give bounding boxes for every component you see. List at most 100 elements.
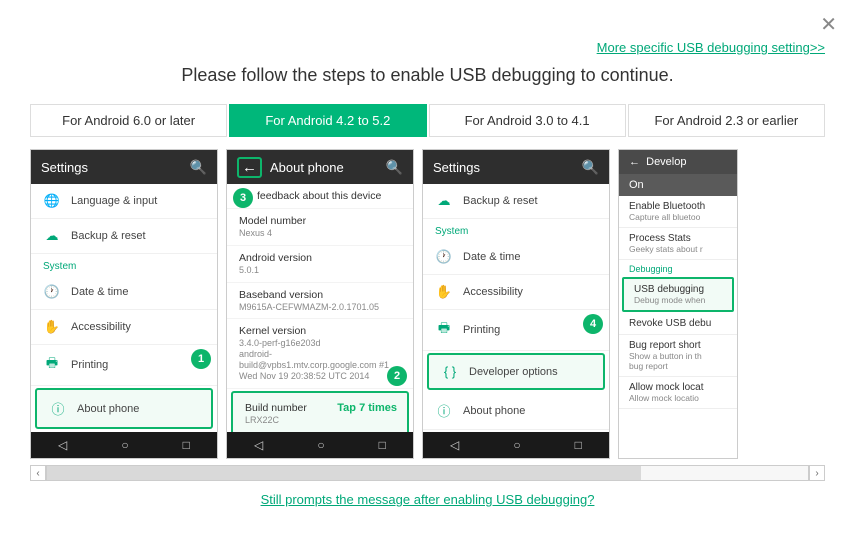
row-datetime: 🕐Date & time [31,275,217,310]
scroll-thumb[interactable] [47,466,641,480]
still-prompts-link[interactable]: Still prompts the message after enabling… [261,492,595,507]
row-label: Allow mock locat [629,382,727,393]
scroll-left-icon[interactable]: ‹ [30,465,46,481]
row-label: USB debugging [634,284,722,295]
nav-back-icon: ◁ [450,438,459,452]
row-label: About phone [463,405,525,417]
row-android-version: Android version5.0.1 [227,246,413,283]
nav-back-icon: ◁ [254,438,263,452]
print-icon: 🖶 [435,319,453,341]
row-bluetooth: Enable BluetoothCapture all bluetoo [619,196,737,228]
row-label: Enable Bluetooth [629,201,727,212]
back-arrow-icon: ← [629,156,640,168]
section-debugging: Debugging [619,260,737,276]
scroll-track[interactable] [46,465,809,481]
android-nav-bar: ◁ ○ □ [31,432,217,458]
row-model: Model numberNexus 4 [227,209,413,246]
clock-icon: 🕐 [435,249,453,265]
scroll-right-icon[interactable]: › [809,465,825,481]
page-title: Please follow the steps to enable USB de… [30,65,825,86]
nav-recent-icon: □ [575,438,582,452]
dev-on-toggle: On [619,174,737,196]
more-settings-link[interactable]: More specific USB debugging setting>> [597,40,825,55]
row-label: Backup & reset [463,195,538,207]
search-icon: 🔍 [190,159,207,176]
row-baseband: Baseband versionM9615A-CEFWMAZM-2.0.1701… [227,283,413,320]
search-icon: 🔍 [582,159,599,176]
row-label: Accessibility [463,286,523,298]
row-revoke-usb: Revoke USB debu [619,313,737,335]
row-backup: ☁ Backup & reset [423,184,609,219]
row-label: Backup & reset [71,230,146,242]
tab-android-30[interactable]: For Android 3.0 to 4.1 [429,104,626,137]
phone4-title: Develop [646,156,686,168]
accessibility-icon: ✋ [435,284,453,300]
cloud-icon: ☁ [435,193,453,209]
step-badge-4: 4 [583,314,603,334]
tab-android-42[interactable]: For Android 4.2 to 5.2 [229,104,426,137]
row-mock-location: Allow mock locatAllow mock locatio [619,377,737,409]
row-process-stats: Process StatsGeeky stats about r [619,228,737,260]
steps-scroll-row: Settings 🔍 🌐 Language & input ☁ Backup & r… [30,149,825,459]
step-badge-3: 3 [233,188,253,208]
row-value: 5.0.1 [239,265,401,276]
version-tabs: For Android 6.0 or later For Android 4.2… [30,104,825,137]
row-label: Date & time [463,251,520,263]
globe-icon: 🌐 [43,193,61,209]
row-value: Debug mode when [634,295,722,305]
section-system: System [31,254,217,275]
step-phone-2: ← About phone 🔍 3 feedback about this de… [226,149,414,459]
row-value: 3.4.0-perf-g16e203d android-build@vpbs1.… [239,338,401,381]
tab-android-23[interactable]: For Android 2.3 or earlier [628,104,825,137]
row-language: 🌐 Language & input [31,184,217,219]
phone1-title: Settings [41,160,88,175]
step-badge-1: 1 [191,349,211,369]
nav-recent-icon: □ [183,438,190,452]
row-kernel: Kernel version3.4.0-perf-g16e203d androi… [227,319,413,388]
phone4-header: ← Develop [619,150,737,174]
step-badge-2: 2 [387,366,407,386]
row-developer-options: { } Developer options [427,353,605,390]
row-label: feedback about this device [257,190,401,202]
info-icon: ⓘ [49,399,67,418]
search-icon: 🔍 [386,159,403,176]
phone2-title: About phone [270,160,344,175]
row-datetime: 🕐 Date & time [423,240,609,275]
row-value: Geeky stats about r [629,244,727,254]
row-label: Language & input [71,195,157,207]
info-icon: ⓘ [435,401,453,420]
row-value: Show a button in th bug report [629,351,727,371]
android-nav-bar: ◁ ○ □ [423,432,609,458]
step-phone-1: Settings 🔍 🌐Language & input ☁Backup & r… [30,149,218,459]
row-printing: 🖶Printing 4 [423,310,609,351]
phone1-header: Settings 🔍 [31,150,217,184]
row-label: Developer options [469,366,558,378]
row-label: Model number [239,215,401,227]
step-phone-4: ← Develop On Enable BluetoothCapture all… [618,149,738,459]
tab-android-6[interactable]: For Android 6.0 or later [30,104,227,137]
phone3-title: Settings [433,160,480,175]
row-bug-report: Bug report shortShow a button in th bug … [619,335,737,377]
row-accessibility: ✋ Accessibility [423,275,609,310]
row-value: Allow mock locatio [629,393,727,403]
nav-back-icon: ◁ [58,438,67,452]
nav-home-icon: ○ [317,438,324,452]
nav-home-icon: ○ [121,438,128,452]
close-icon[interactable]: ✕ [820,12,837,37]
row-usb-debugging: USB debuggingDebug mode when [622,277,734,312]
row-label: Bug report short [629,340,727,351]
row-label: Build number [245,402,307,414]
row-value: Capture all bluetoo [629,212,727,222]
horizontal-scrollbar[interactable]: ‹ › [30,465,825,481]
row-label: Kernel version [239,325,401,337]
step-phone-3: Settings 🔍 ☁Backup & reset System 🕐Date … [422,149,610,459]
nav-home-icon: ○ [513,438,520,452]
row-label: About phone [77,403,139,415]
nav-recent-icon: □ [379,438,386,452]
row-value: Nexus 4 [239,228,401,239]
row-accessibility: ✋Accessibility [31,310,217,345]
print-icon: 🖶 [43,354,61,376]
back-arrow-icon: ← [237,157,262,178]
row-label: Android version [239,252,401,264]
braces-icon: { } [441,364,459,379]
